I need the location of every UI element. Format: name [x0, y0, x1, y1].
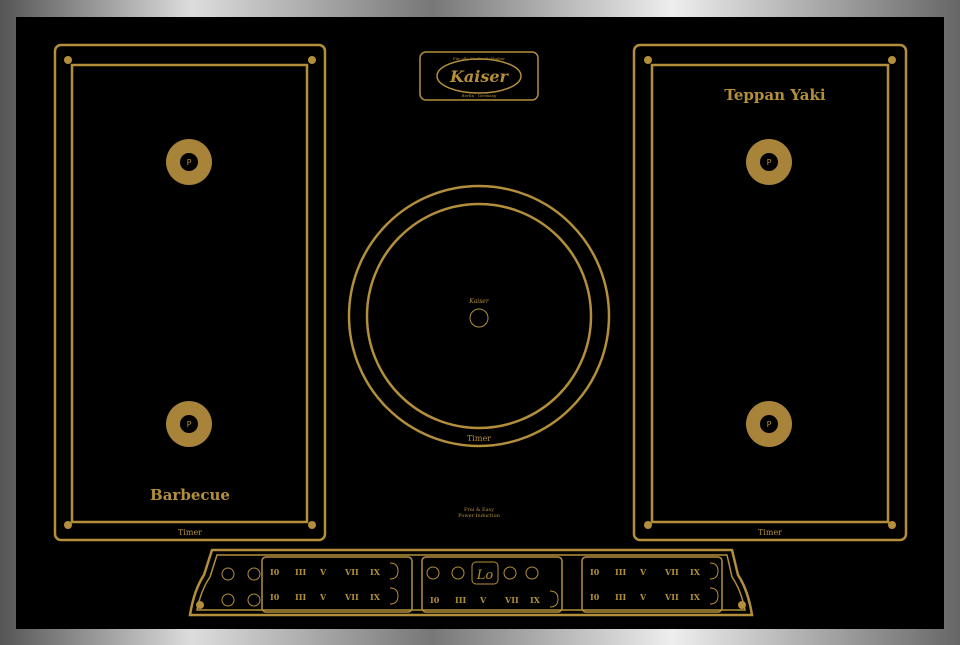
- center-zone-outer: [347, 184, 611, 448]
- brand-logo-top: Für alle Markenliebhaber: [453, 56, 505, 61]
- lock-icon[interactable]: [247, 567, 261, 581]
- slider-level-label[interactable]: IX: [530, 595, 541, 605]
- center-zone-inner[interactable]: [365, 202, 593, 430]
- slider-level-label[interactable]: III: [615, 567, 626, 577]
- slider-level-label[interactable]: VII: [664, 567, 679, 577]
- minus-icon[interactable]: [451, 566, 465, 580]
- timer-right-icon[interactable]: [525, 566, 539, 580]
- svg-text:P: P: [187, 158, 192, 167]
- slider-level-label[interactable]: IX: [690, 567, 701, 577]
- slider-level-label[interactable]: VII: [344, 592, 359, 602]
- power-slider[interactable]: I0 III V VII IX: [590, 562, 719, 580]
- slider-arrow-icon[interactable]: [389, 562, 399, 580]
- center-timer-label[interactable]: Timer: [467, 434, 491, 443]
- svg-text:P: P: [767, 158, 772, 167]
- power-slider[interactable]: I0 III V VII IX: [430, 590, 559, 608]
- left-timer-label[interactable]: Timer: [178, 528, 202, 537]
- pot-position-marker: P: [746, 139, 792, 185]
- right-slider-box: [581, 556, 723, 613]
- slider-arrow-icon[interactable]: [549, 590, 559, 608]
- brand-logo: Kaiser: [449, 67, 510, 86]
- slider-level-label[interactable]: IX: [370, 567, 381, 577]
- right-zone-label: Teppan Yaki: [724, 86, 825, 104]
- power-icon[interactable]: [221, 567, 235, 581]
- slider-level-label[interactable]: I0: [270, 592, 280, 602]
- slider-level-label[interactable]: I0: [270, 567, 280, 577]
- right-timer-label[interactable]: Timer: [758, 528, 782, 537]
- slider-level-label[interactable]: V: [319, 592, 327, 602]
- slider-level-label[interactable]: VII: [344, 567, 359, 577]
- slider-level-label[interactable]: III: [295, 592, 306, 602]
- svg-text:P: P: [767, 420, 772, 429]
- plus-icon[interactable]: [503, 566, 517, 580]
- power-slider[interactable]: I0 III V VII IX: [590, 587, 719, 605]
- slider-level-label[interactable]: III: [295, 567, 306, 577]
- left-zone-outer: [53, 43, 327, 542]
- slider-level-label[interactable]: V: [639, 592, 647, 602]
- pot-position-marker: P: [746, 401, 792, 447]
- left-zone-label: Barbecue: [150, 486, 230, 504]
- svg-text:P: P: [187, 420, 192, 429]
- slider-level-label[interactable]: III: [455, 595, 466, 605]
- slider-level-label[interactable]: V: [639, 567, 647, 577]
- slider-arrow-icon[interactable]: [709, 562, 719, 580]
- screws: [64, 56, 896, 609]
- left-zone-inner[interactable]: [70, 63, 309, 524]
- center-emblem: Kaiser: [468, 298, 490, 305]
- timer-display-value: Lo: [476, 568, 494, 583]
- slider-level-label[interactable]: IX: [690, 592, 701, 602]
- slider-level-label[interactable]: I0: [430, 595, 440, 605]
- slider-arrow-icon[interactable]: [709, 587, 719, 605]
- slider-level-label[interactable]: I0: [590, 567, 600, 577]
- slider-level-label[interactable]: VII: [504, 595, 519, 605]
- control-panel-frame: [188, 548, 754, 617]
- slider-level-label[interactable]: V: [479, 595, 487, 605]
- slider-level-label[interactable]: I0: [590, 592, 600, 602]
- timer-left-icon[interactable]: [426, 566, 440, 580]
- slider-arrow-icon[interactable]: [389, 587, 399, 605]
- slider-level-label[interactable]: VII: [664, 592, 679, 602]
- pot-position-marker: P: [166, 401, 212, 447]
- power-slider[interactable]: I0 III V VII IX: [270, 587, 399, 605]
- keep-warm-icon[interactable]: [221, 593, 235, 607]
- slider-level-label[interactable]: IX: [370, 592, 381, 602]
- center-emblem-crest: [469, 308, 489, 328]
- cooktop-graphics: P P P P Barbecue Teppan Yaki Timer Timer Ti…: [53, 43, 908, 617]
- right-zone-inner[interactable]: [650, 63, 890, 524]
- bridge-icon[interactable]: [247, 593, 261, 607]
- brand-logo-bottom: Berlin · Germany: [462, 93, 497, 98]
- pot-position-marker: P: [166, 139, 212, 185]
- slider-level-label[interactable]: V: [319, 567, 327, 577]
- tagline-2: Power Induction: [458, 513, 500, 519]
- power-slider[interactable]: I0 III V VII IX: [270, 562, 399, 580]
- left-slider-box: [261, 556, 413, 613]
- right-zone-outer: [632, 43, 908, 542]
- slider-level-label[interactable]: III: [615, 592, 626, 602]
